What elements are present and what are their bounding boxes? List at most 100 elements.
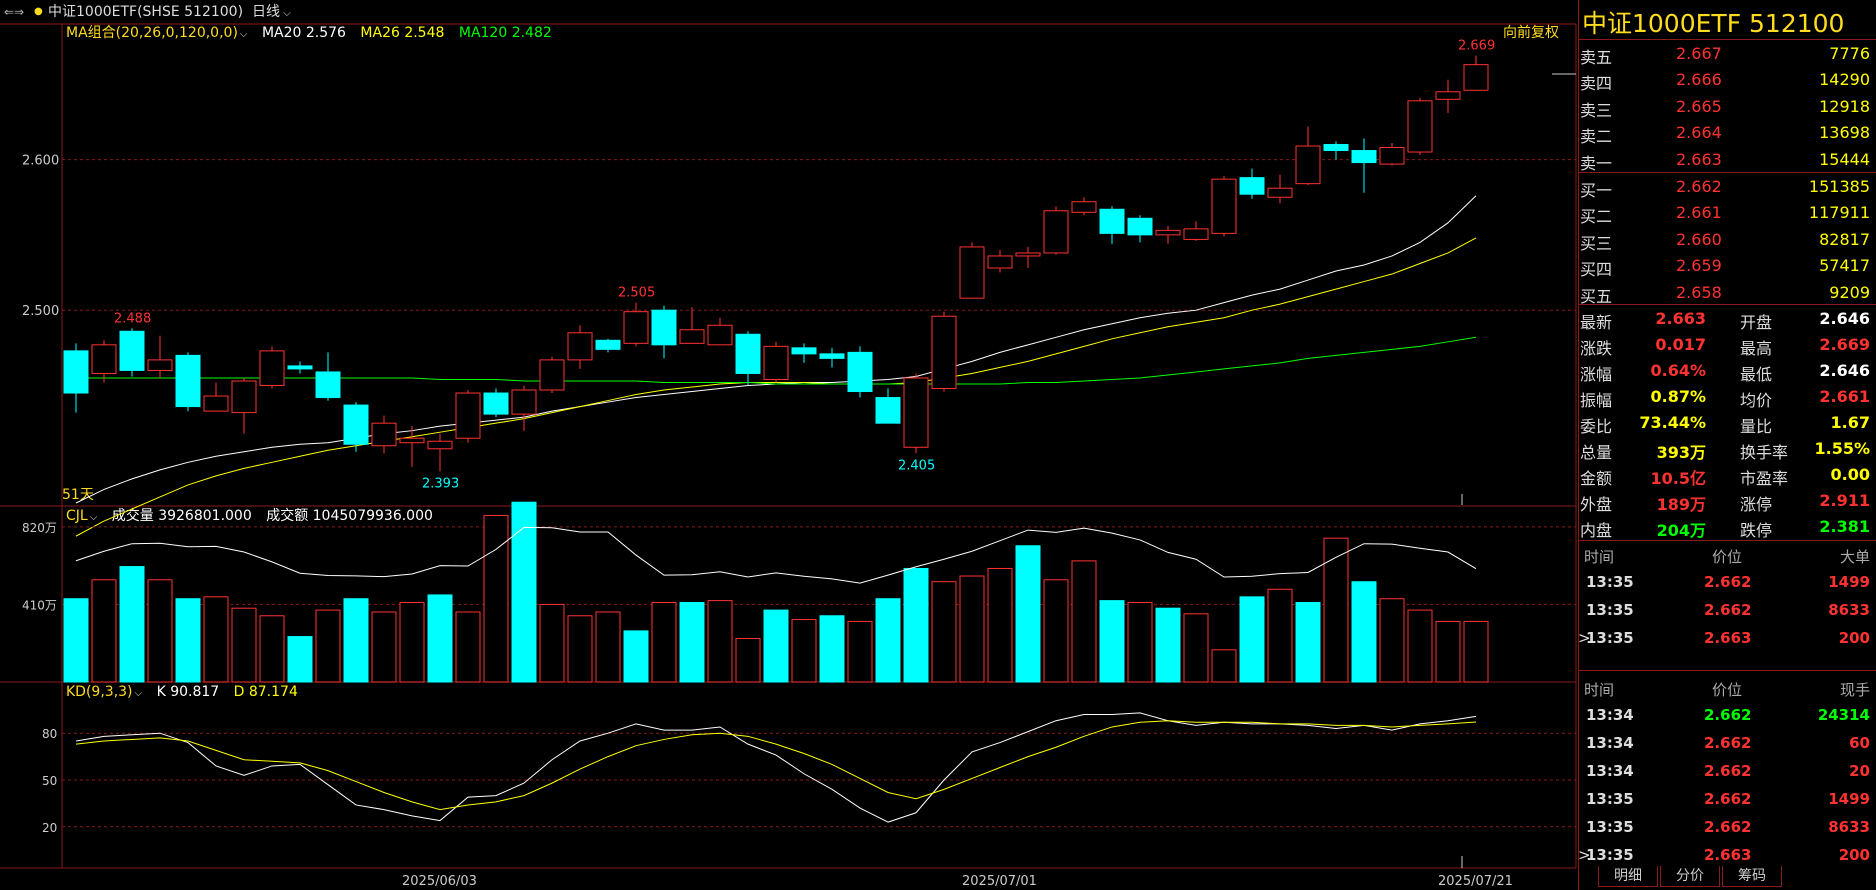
- bid-price: 2.662: [1676, 177, 1722, 196]
- stat-value: 2.646: [1819, 309, 1870, 328]
- candle: [1043, 206, 1069, 255]
- kline-chart[interactable]: 2.600 2.500 2.669 2.488 2.505 2.393 2.405 820万…: [0, 0, 1578, 890]
- volume-bar: [651, 602, 677, 683]
- stat-value: 2.911: [1819, 491, 1870, 510]
- ask-row[interactable]: 卖三 2.665 12918: [1578, 93, 1876, 120]
- ask-label: 卖一: [1580, 153, 1613, 173]
- candle: [175, 352, 201, 412]
- bid-label: 买三: [1580, 233, 1613, 253]
- candle: [119, 328, 145, 377]
- candle-body: [1435, 91, 1461, 100]
- trade-volume: 24314: [1817, 706, 1870, 724]
- trade-price: 2.662: [1704, 790, 1752, 808]
- trade-row[interactable]: 13:34 2.662 20: [1578, 758, 1876, 784]
- trade-row[interactable]: 13:34 2.662 24314: [1578, 702, 1876, 728]
- bid-row[interactable]: 买一 2.662 151385: [1578, 173, 1876, 200]
- trade-row[interactable]: >13:35 2.663 200: [1578, 842, 1876, 868]
- ask-row[interactable]: 卖五 2.667 7776: [1578, 40, 1876, 67]
- trade-row[interactable]: 13:35 2.662 8633: [1578, 597, 1876, 623]
- tab-1[interactable]: 分价: [1660, 866, 1720, 887]
- candle-body: [1295, 145, 1321, 185]
- trade-price: 2.663: [1704, 846, 1752, 864]
- x-tick-label: 2025/06/03: [402, 874, 477, 889]
- volume-bar: [1407, 609, 1433, 683]
- trade-time: 13:35: [1586, 629, 1634, 647]
- candle: [1015, 246, 1041, 269]
- volume-bar: [819, 615, 845, 683]
- bid-row[interactable]: 买四 2.659 57417: [1578, 252, 1876, 279]
- volume-bar: [119, 566, 145, 683]
- volume-bar: [147, 579, 173, 683]
- price-pane: 2.600 2.500 2.669 2.488 2.505 2.393 2.405: [22, 39, 1576, 537]
- stat-label: 总量: [1580, 443, 1613, 462]
- tab-2[interactable]: 筹码: [1722, 866, 1782, 887]
- candle-body: [1463, 64, 1489, 91]
- candle-body: [1015, 252, 1041, 257]
- trade-volume: 200: [1838, 629, 1870, 647]
- candle: [1099, 206, 1125, 244]
- ask-label: 卖四: [1580, 74, 1613, 94]
- stats-row: 内盘 204万 跌停 2.381: [1578, 513, 1876, 540]
- stats-row: 涨跌 0.017 最高 2.669: [1578, 331, 1876, 358]
- trade-price: 2.662: [1704, 573, 1752, 591]
- candle-body: [819, 353, 845, 359]
- stat-value: 2.661: [1819, 387, 1870, 406]
- volume-bar: [1463, 620, 1489, 683]
- candle: [707, 317, 733, 346]
- candle-body: [987, 255, 1013, 269]
- ask-volume: 12918: [1819, 96, 1870, 116]
- volume-bar: [1239, 596, 1265, 683]
- col-price-header: 价位: [1712, 681, 1743, 699]
- volume-bar: [259, 615, 285, 683]
- trade-row[interactable]: 13:35 2.662 8633: [1578, 814, 1876, 840]
- candle-body: [595, 339, 621, 350]
- x-tick-label: 2025/07/01: [962, 874, 1037, 889]
- candle-body: [427, 440, 453, 450]
- trade-volume: 1499: [1828, 790, 1870, 808]
- col-volume-header: 大单: [1839, 548, 1870, 566]
- candle: [903, 373, 929, 454]
- candle: [427, 433, 453, 472]
- trade-volume: 8633: [1828, 601, 1870, 619]
- candle: [511, 385, 537, 431]
- stat-value: 0.64%: [1650, 361, 1706, 380]
- volume-bar: [63, 598, 89, 683]
- trade-volume: 8633: [1828, 818, 1870, 836]
- ask-row[interactable]: 卖四 2.666 14290: [1578, 66, 1876, 94]
- quote-panel: 中证1000ETF 512100 卖五 2.667 7776 卖四 2.666 14290…: [1578, 0, 1876, 890]
- stat-label: 涨幅: [1580, 365, 1613, 384]
- volume-bar: [763, 609, 789, 683]
- volume-ma-line: [75, 526, 1477, 584]
- bid-row[interactable]: 买五 2.658 9209: [1578, 279, 1876, 306]
- ask-price: 2.665: [1676, 96, 1722, 116]
- price-annotation: 2.405: [898, 458, 935, 473]
- candle: [595, 338, 621, 353]
- bid-row[interactable]: 买二 2.661 117911: [1578, 199, 1876, 226]
- stat-label: 最高: [1740, 339, 1773, 358]
- ask-row[interactable]: 卖二 2.664 13698: [1578, 119, 1876, 146]
- trade-row[interactable]: >13:35 2.663 200: [1578, 625, 1876, 651]
- candle: [735, 331, 761, 386]
- candle: [847, 346, 873, 398]
- volume-bar: [623, 630, 649, 683]
- trade-row[interactable]: 13:34 2.662 60: [1578, 730, 1876, 756]
- bid-volume: 117911: [1808, 203, 1870, 223]
- volume-bar: [539, 603, 565, 683]
- candle-body: [903, 377, 929, 448]
- bid-price: 2.660: [1676, 229, 1722, 249]
- candle-body: [651, 309, 677, 346]
- ask-volume: 14290: [1819, 70, 1870, 90]
- trade-time: 13:35: [1586, 573, 1634, 591]
- candle: [875, 388, 901, 424]
- candle: [959, 242, 985, 299]
- candle-body: [1379, 147, 1405, 165]
- bid-volume: 151385: [1808, 177, 1870, 196]
- trade-row[interactable]: 13:35 2.662 1499: [1578, 786, 1876, 812]
- stat-value: 73.44%: [1639, 413, 1706, 432]
- bid-row[interactable]: 买三 2.660 82817: [1578, 226, 1876, 253]
- ask-row[interactable]: 卖一 2.663 15444: [1578, 146, 1876, 173]
- tab-0[interactable]: 明细: [1598, 866, 1658, 887]
- candle: [63, 343, 89, 413]
- trade-row[interactable]: 13:35 2.662 1499: [1578, 569, 1876, 595]
- candle: [1155, 225, 1181, 244]
